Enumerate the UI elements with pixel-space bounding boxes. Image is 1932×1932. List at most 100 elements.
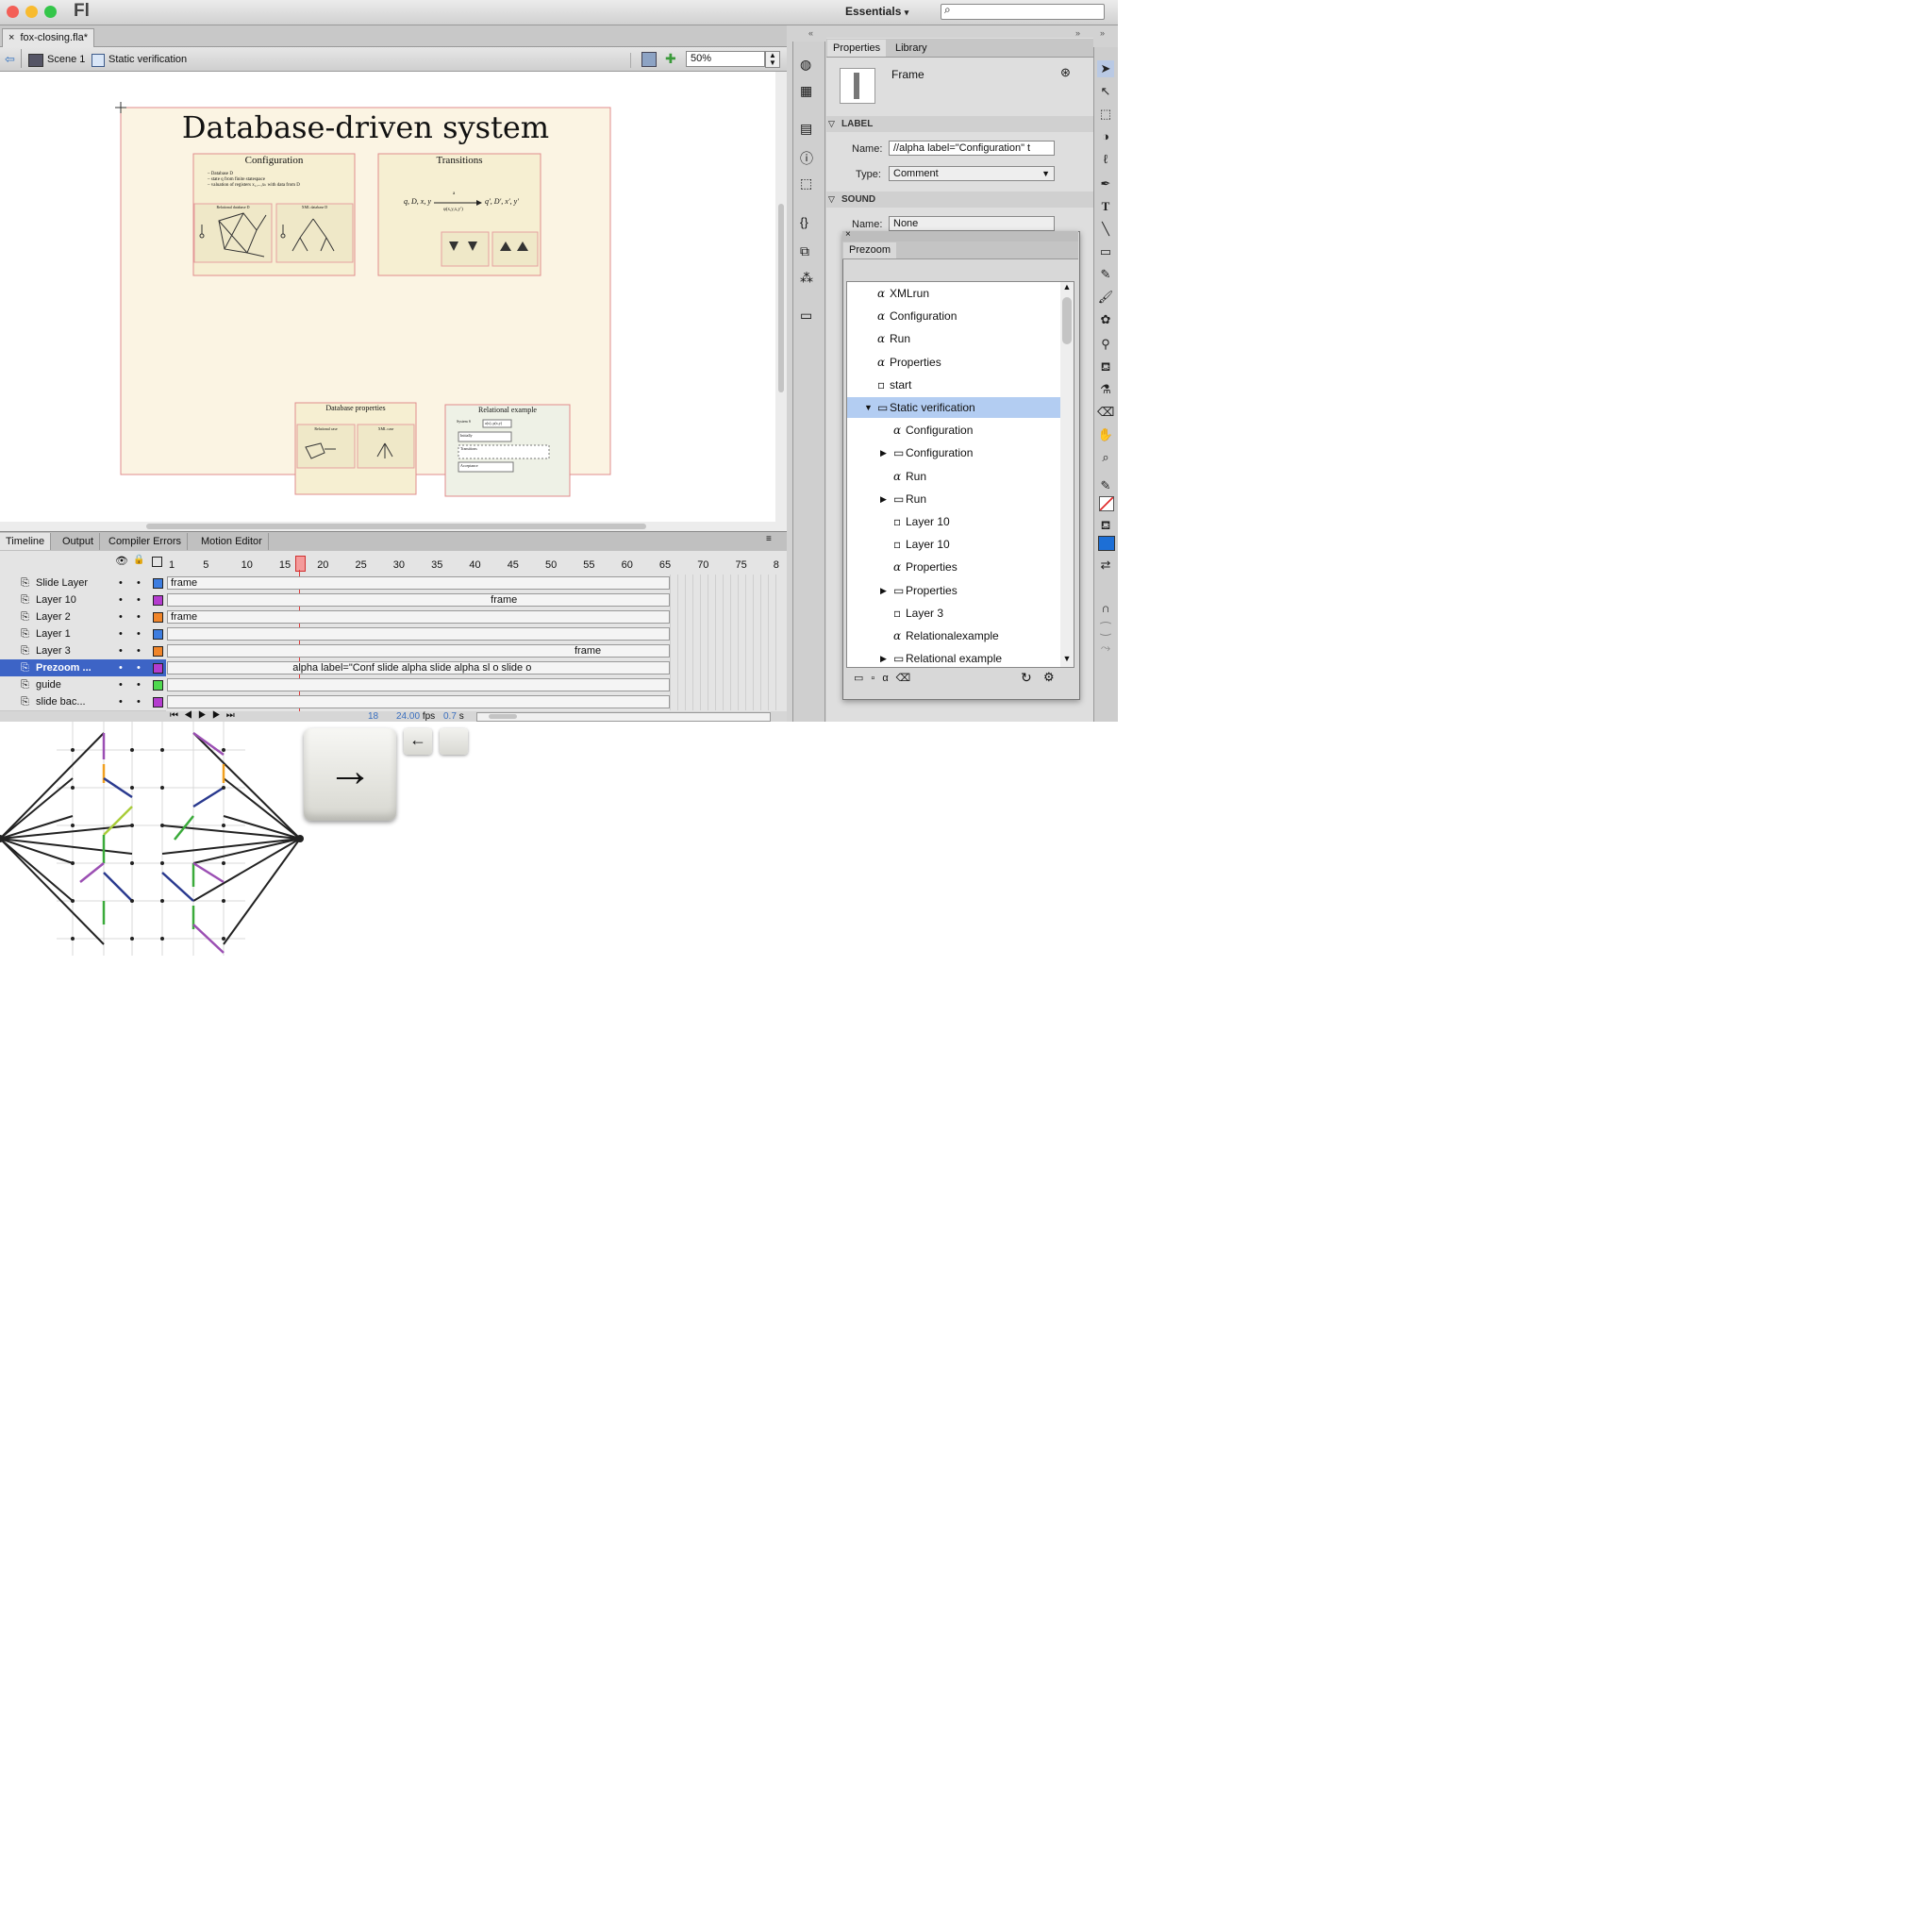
- lock-dot[interactable]: •: [137, 659, 141, 676]
- align-panel-icon[interactable]: ▤: [800, 121, 812, 137]
- info-panel-icon[interactable]: ⓘ: [800, 149, 813, 168]
- tab-output[interactable]: Output: [57, 533, 101, 550]
- close-icon[interactable]: ×: [8, 32, 14, 43]
- line-tool-icon[interactable]: ╲: [1097, 221, 1114, 238]
- layer-row[interactable]: ⎘ Layer 2 • •: [0, 608, 166, 626]
- swap-colors-icon[interactable]: ⇄: [1097, 557, 1114, 574]
- help-search-input[interactable]: ⌕: [941, 3, 1105, 20]
- visibility-dot[interactable]: •: [119, 608, 123, 625]
- document-tab[interactable]: × fox-closing.fla*: [2, 28, 94, 47]
- prezoom-actions[interactable]: ▭▫α⌫: [854, 672, 918, 684]
- stage-vertical-scrollbar[interactable]: [775, 72, 787, 531]
- lock-dot[interactable]: •: [137, 625, 141, 642]
- empty-frames[interactable]: [670, 693, 779, 710]
- visibility-dot[interactable]: •: [119, 575, 123, 591]
- eraser-tool-icon[interactable]: ⌫: [1097, 404, 1114, 421]
- zoom-stepper[interactable]: ▲ ▼: [765, 51, 780, 68]
- tab-compiler-errors[interactable]: Compiler Errors: [103, 533, 189, 550]
- lock-dot[interactable]: •: [137, 575, 141, 591]
- close-window-button[interactable]: [7, 6, 19, 18]
- color-panel-icon[interactable]: ◍: [800, 57, 811, 73]
- tree-item[interactable]: α Properties: [847, 352, 1060, 373]
- visibility-dot[interactable]: •: [119, 625, 123, 642]
- lock-dot[interactable]: •: [137, 591, 141, 608]
- tree-item[interactable]: ▶ ▭ Properties: [847, 580, 1060, 601]
- edit-scene-icon[interactable]: [641, 52, 657, 67]
- new-frame-icon[interactable]: ▫: [871, 673, 882, 684]
- frame-label-name-input[interactable]: //alpha label="Configuration" t: [889, 141, 1055, 156]
- components-panel-icon[interactable]: ⧉: [800, 243, 809, 259]
- layer-color-swatch[interactable]: [153, 578, 163, 589]
- scroll-up-icon[interactable]: ▲: [1060, 282, 1074, 295]
- smooth-icon[interactable]: ⁐: [1097, 621, 1114, 638]
- layer-frames[interactable]: frame: [167, 576, 670, 590]
- elapsed-time[interactable]: 0.7 s: [443, 711, 464, 722]
- layer-row[interactable]: ⎘ guide • •: [0, 676, 166, 694]
- eyedropper-tool-icon[interactable]: ⚗: [1097, 381, 1114, 398]
- tree-item[interactable]: ▼ ▭ Static verification: [847, 397, 1060, 418]
- fill-swatch[interactable]: [1098, 536, 1115, 551]
- text-tool-icon[interactable]: T: [1097, 198, 1114, 215]
- empty-frames[interactable]: [670, 659, 779, 676]
- sound-name-select[interactable]: None: [889, 216, 1055, 231]
- visibility-dot[interactable]: •: [119, 591, 123, 608]
- prezoom-tree[interactable]: α XMLrun α Configuration α Run α Properties ▫ sta…: [846, 281, 1061, 668]
- lock-icon[interactable]: 🔒: [133, 555, 144, 565]
- layer-color-swatch[interactable]: [153, 697, 163, 708]
- tree-item[interactable]: α Configuration: [847, 420, 1060, 441]
- layer-color-swatch[interactable]: [153, 612, 163, 623]
- tree-item[interactable]: ▫ Layer 3: [847, 603, 1060, 624]
- expand-toggle-icon[interactable]: ▶: [880, 442, 887, 463]
- layer-row[interactable]: ⎘ Slide Layer • •: [0, 575, 166, 592]
- tree-item[interactable]: α Relationalexample: [847, 625, 1060, 646]
- edit-symbols-icon[interactable]: ✚: [665, 51, 680, 66]
- transform-panel-icon[interactable]: ⬚: [800, 175, 812, 192]
- expand-toggle-icon[interactable]: ▼: [864, 397, 873, 418]
- tree-item[interactable]: α Run: [847, 466, 1060, 487]
- layer-frames[interactable]: [167, 678, 670, 691]
- layer-row[interactable]: ⎘ Layer 1 • •: [0, 625, 166, 643]
- brush-tool-icon[interactable]: 🖌: [1097, 289, 1114, 306]
- collapse-panels-icon[interactable]: »: [1075, 28, 1080, 38]
- empty-frames[interactable]: [670, 575, 779, 591]
- scroll-thumb[interactable]: [489, 714, 517, 719]
- lock-dot[interactable]: •: [137, 676, 141, 693]
- refresh-icon[interactable]: ↻: [1021, 670, 1032, 686]
- straighten-icon[interactable]: ⤳: [1097, 640, 1114, 657]
- paint-bucket-tool-icon[interactable]: ⛾: [1097, 358, 1114, 375]
- layer-frames[interactable]: frame: [167, 593, 670, 607]
- label-type-select[interactable]: Comment ▼: [889, 166, 1055, 181]
- tree-item[interactable]: ▶ ▭ Configuration: [847, 442, 1060, 463]
- 3d-rotation-tool-icon[interactable]: ◑: [1097, 128, 1114, 145]
- tree-item[interactable]: α Configuration: [847, 306, 1060, 326]
- tree-item[interactable]: ▶ ▭ Run: [847, 489, 1060, 509]
- timeline-horizontal-scrollbar[interactable]: [476, 712, 771, 722]
- tree-item[interactable]: ▶ ▭ Relational example: [847, 648, 1060, 667]
- layer-frames[interactable]: frame: [167, 610, 670, 624]
- minimize-window-button[interactable]: [25, 6, 38, 18]
- collapse-tools-icon[interactable]: »: [1100, 28, 1105, 38]
- expand-toggle-icon[interactable]: ▶: [880, 489, 887, 509]
- layer-frames[interactable]: frame: [167, 644, 670, 658]
- empty-frames[interactable]: [670, 642, 779, 659]
- empty-frames[interactable]: [670, 625, 779, 642]
- selection-tool-icon[interactable]: ➤: [1097, 60, 1114, 77]
- tree-item[interactable]: α XMLrun: [847, 283, 1060, 304]
- layer-row[interactable]: ⎘ Layer 3 • •: [0, 642, 166, 660]
- lock-dot[interactable]: •: [137, 693, 141, 710]
- layer-color-swatch[interactable]: [153, 629, 163, 640]
- tree-vertical-scrollbar[interactable]: ▲ ▼: [1060, 281, 1074, 668]
- settings-icon[interactable]: ⚙: [1043, 670, 1055, 685]
- tree-item[interactable]: α Run: [847, 328, 1060, 349]
- tree-item[interactable]: α Properties: [847, 557, 1060, 577]
- trash-icon[interactable]: ⌫: [896, 673, 919, 684]
- tree-item[interactable]: ▫ Layer 10: [847, 511, 1060, 532]
- stage-horizontal-scrollbar[interactable]: [0, 522, 775, 531]
- scroll-thumb[interactable]: [1062, 297, 1072, 344]
- close-icon[interactable]: ×: [845, 229, 851, 240]
- expand-toggle-icon[interactable]: ▶: [880, 648, 887, 667]
- visibility-dot[interactable]: •: [119, 659, 123, 676]
- breadcrumb-symbol[interactable]: Static verification: [108, 54, 187, 65]
- zoom-tool-icon[interactable]: ⌕: [1097, 449, 1114, 466]
- tab-library[interactable]: Library: [890, 40, 933, 57]
